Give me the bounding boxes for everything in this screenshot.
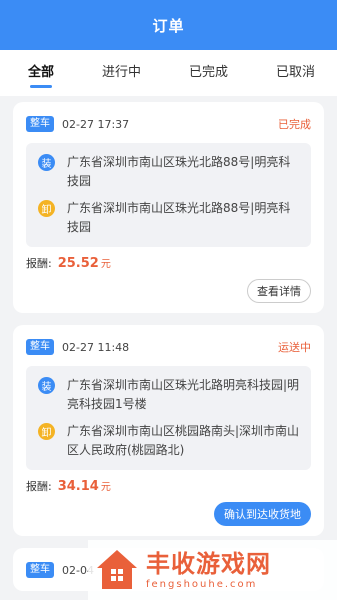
fee-value: 25.52 — [57, 256, 99, 271]
unload-address-row: 卸 广东省深圳市南山区桃园路南头|深圳市南山区人民政府(桃园路北) — [38, 418, 301, 464]
house-logo-icon — [97, 550, 137, 589]
fee-value: 34.14 — [57, 479, 99, 494]
page-title: 订单 — [152, 16, 185, 35]
load-address-row: 装 广东省深圳市南山区珠光北路明亮科技园|明亮科技园1号楼 — [38, 372, 301, 418]
unload-address-row: 卸 广东省深圳市南山区珠光北路88号|明亮科技园 — [38, 195, 301, 241]
order-card[interactable]: 整车 02-27 17:37 已完成 装 广东省深圳市南山区珠光北路88号|明亮… — [13, 102, 324, 313]
tab-completed[interactable]: 已完成 — [189, 50, 228, 96]
watermark: 丰收游戏网 fengshouhe.com — [88, 540, 337, 600]
load-icon: 装 — [38, 377, 55, 394]
card-actions: 查看详情 — [26, 279, 311, 303]
order-card-header: 整车 02-27 17:37 已完成 — [26, 113, 311, 135]
fee-row: 报酬: 34.14 元 — [26, 478, 311, 498]
order-list: 整车 02-27 17:37 已完成 装 广东省深圳市南山区珠光北路88号|明亮… — [0, 96, 337, 591]
fee-row: 报酬: 25.52 元 — [26, 255, 311, 275]
order-datetime: 02-27 11:48 — [62, 340, 130, 354]
unload-icon: 卸 — [38, 423, 55, 440]
order-card-header: 整车 02-27 11:48 运送中 — [26, 336, 311, 358]
view-details-button[interactable]: 查看详情 — [247, 279, 311, 303]
order-datetime: 02-27 17:37 — [62, 117, 130, 131]
watermark-text: 丰收游戏网 fengshouhe.com — [146, 549, 271, 591]
tab-in-progress[interactable]: 进行中 — [102, 50, 141, 96]
load-address: 广东省深圳市南山区珠光北路88号|明亮科技园 — [67, 155, 291, 188]
order-status: 已完成 — [278, 118, 311, 131]
address-box: 装 广东省深圳市南山区珠光北路88号|明亮科技园 卸 广东省深圳市南山区珠光北路… — [26, 143, 311, 247]
order-tabs: 全部 进行中 已完成 已取消 — [0, 50, 337, 96]
fee-label: 报酬: — [26, 257, 52, 270]
confirm-arrival-button[interactable]: 确认到达收货地 — [214, 502, 311, 526]
load-address-row: 装 广东省深圳市南山区珠光北路88号|明亮科技园 — [38, 149, 301, 195]
fee-unit: 元 — [100, 482, 111, 493]
unload-address: 广东省深圳市南山区珠光北路88号|明亮科技园 — [67, 201, 291, 234]
watermark-title: 丰收游戏网 — [146, 550, 271, 578]
order-status: 运送中 — [278, 341, 311, 354]
fee-unit: 元 — [100, 259, 111, 270]
card-actions: 确认到达收货地 — [26, 502, 311, 526]
order-type-badge: 整车 — [26, 562, 54, 578]
load-icon: 装 — [38, 154, 55, 171]
unload-address: 广东省深圳市南山区桃园路南头|深圳市南山区人民政府(桃园路北) — [67, 424, 300, 457]
unload-icon: 卸 — [38, 200, 55, 217]
watermark-subtitle: fengshouhe.com — [146, 579, 258, 590]
fee-label: 报酬: — [26, 480, 52, 493]
tab-all[interactable]: 全部 — [28, 50, 54, 96]
order-type-badge: 整车 — [26, 116, 54, 132]
order-type-badge: 整车 — [26, 339, 54, 355]
address-box: 装 广东省深圳市南山区珠光北路明亮科技园|明亮科技园1号楼 卸 广东省深圳市南山… — [26, 366, 311, 470]
tab-cancelled[interactable]: 已取消 — [276, 50, 315, 96]
load-address: 广东省深圳市南山区珠光北路明亮科技园|明亮科技园1号楼 — [67, 378, 300, 411]
header-bar: 订单 — [0, 0, 337, 50]
order-card[interactable]: 整车 02-27 11:48 运送中 装 广东省深圳市南山区珠光北路明亮科技园|… — [13, 325, 324, 536]
